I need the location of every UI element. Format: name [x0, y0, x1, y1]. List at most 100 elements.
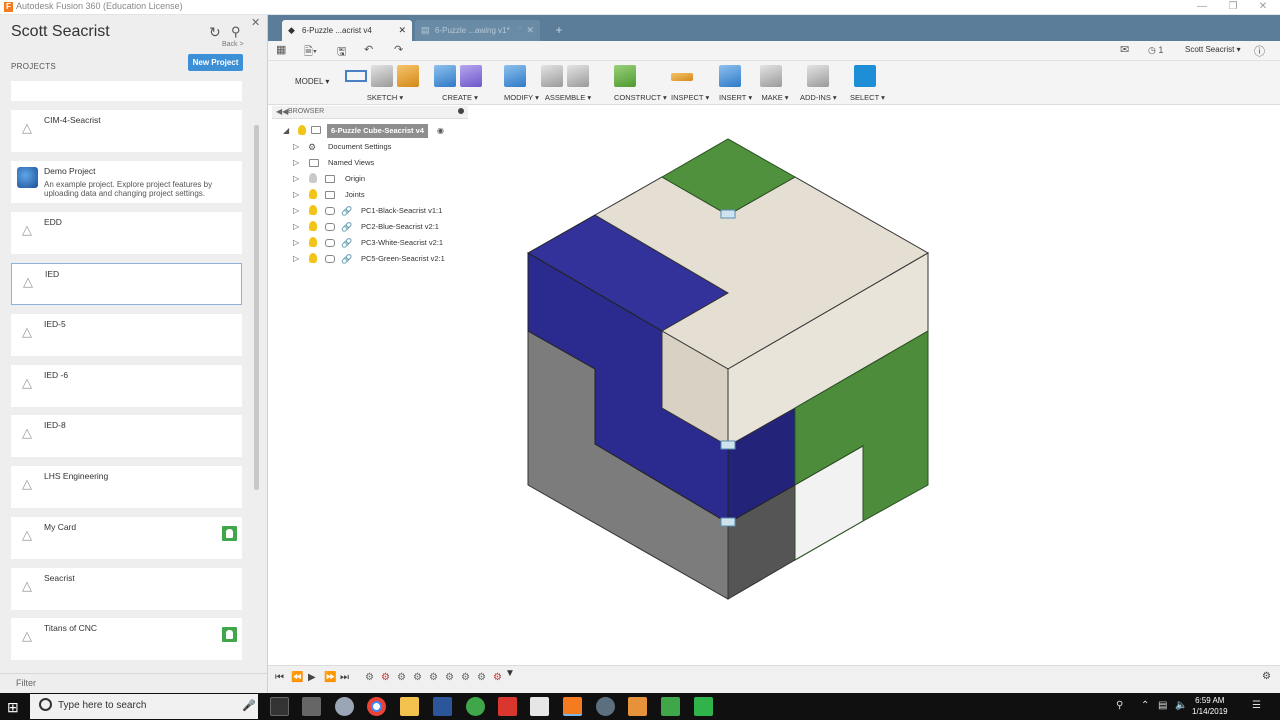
next-step-icon[interactable]: ⏩ [324, 672, 336, 683]
calculator-icon[interactable] [302, 697, 321, 716]
timeline-settings-icon[interactable]: ⚙ [1262, 671, 1271, 682]
rectangle-icon[interactable] [371, 65, 393, 87]
sketch-menu[interactable]: SKETCH ▾ [345, 93, 425, 102]
expand-arrow-icon[interactable]: ▷ [293, 188, 299, 202]
joint-icon[interactable] [567, 65, 589, 87]
timeline-feature-icon[interactable]: ⚙ [477, 672, 486, 683]
previous-step-icon[interactable]: ⏪ [291, 672, 303, 683]
modify-menu[interactable]: MODIFY ▾ [504, 93, 539, 102]
file-explorer-icon[interactable] [400, 697, 419, 716]
timeline-feature-icon[interactable]: ⚙ [413, 672, 422, 683]
measure-icon[interactable] [671, 73, 693, 81]
tray-chevron-icon[interactable]: ⌃ [1141, 700, 1149, 711]
play-icon[interactable]: ▶ [308, 672, 316, 683]
create-menu[interactable]: CREATE ▾ [434, 93, 486, 102]
extrude-icon[interactable] [434, 65, 456, 87]
list-item[interactable]: △ Seacrist [11, 568, 242, 610]
fusion-360-icon[interactable] [563, 697, 582, 716]
list-item[interactable]: Demo Project An example project. Explore… [11, 161, 242, 203]
expand-arrow-icon[interactable]: ▷ [293, 156, 299, 170]
network-icon[interactable]: ▤ [1158, 700, 1167, 711]
timeline-feature-icon[interactable]: ⚙ [445, 672, 454, 683]
new-tab-icon[interactable]: + [552, 22, 566, 38]
timeline-feature-icon[interactable]: ⚙ [461, 672, 470, 683]
expand-arrow-icon[interactable]: ▷ [293, 140, 299, 154]
insert-group[interactable]: INSERT ▾ [719, 65, 752, 105]
help-icon[interactable]: ⓘ [1254, 43, 1265, 59]
tree-item-pc1[interactable]: ▷ 🔗 PC1-Black-Seacrist v1:1 [293, 204, 463, 218]
modify-group[interactable]: MODIFY ▾ [504, 65, 539, 105]
tree-item-named-views[interactable]: ▷ Named Views [293, 156, 463, 170]
collapse-browser-icon[interactable]: ◀◀ [276, 107, 288, 116]
grid-menu-icon[interactable]: ▦ [276, 43, 286, 56]
app-icon[interactable] [466, 697, 485, 716]
visibility-bulb-icon[interactable] [309, 205, 317, 215]
select-menu[interactable]: SELECT ▾ [850, 93, 885, 102]
select-group[interactable]: SELECT ▾ [850, 65, 885, 105]
back-link[interactable]: Back > [222, 41, 244, 48]
expand-arrow-icon[interactable]: ▷ [293, 220, 299, 234]
workspace-switcher[interactable]: MODEL ▾ [295, 77, 329, 86]
refresh-icon[interactable]: ↻ [209, 24, 221, 41]
app-icon[interactable] [628, 697, 647, 716]
timeline-feature-icon[interactable]: ⚙ [365, 672, 374, 683]
tree-item-origin[interactable]: ▷ Origin [293, 172, 463, 186]
app-icon[interactable] [596, 697, 615, 716]
data-panel-user[interactable]: Scott Seacrist [11, 23, 110, 41]
browser-root[interactable]: ◢ 6-Puzzle Cube-Seacrist v4 ◉ [283, 124, 473, 138]
undo-icon[interactable]: ↶ [364, 43, 373, 56]
tab-puzzle-cube[interactable]: ◆ 6-Puzzle ...acrist v4 ✕ [282, 20, 412, 41]
visibility-bulb-icon[interactable] [298, 125, 306, 135]
user-menu[interactable]: Scott Seacrist ▾ [1185, 45, 1241, 54]
insert-canvas-icon[interactable] [719, 65, 741, 87]
form-icon[interactable] [460, 65, 482, 87]
make-menu[interactable]: MAKE ▾ [760, 93, 790, 102]
filter-bar[interactable]: Filter [0, 673, 267, 693]
scripts-icon[interactable] [807, 65, 829, 87]
tree-item-pc3[interactable]: ▷ 🔗 PC3-White-Seacrist v2:1 [293, 236, 463, 250]
microphone-icon[interactable]: 🎤 [242, 699, 256, 712]
last-step-icon[interactable]: ⏭ [340, 672, 349, 683]
browser-header[interactable]: ◀◀ BROWSER [272, 106, 468, 119]
select-icon[interactable] [854, 65, 876, 87]
close-window-icon[interactable]: ✕ [1246, 0, 1280, 15]
construct-group[interactable]: CONSTRUCT ▾ [614, 65, 667, 105]
list-item[interactable] [11, 81, 242, 101]
expand-arrow-icon[interactable]: ▷ [293, 236, 299, 250]
app-icon[interactable] [498, 697, 517, 716]
insert-menu[interactable]: INSERT ▾ [719, 93, 752, 102]
timeline-feature-icon[interactable]: ⚙ [493, 672, 502, 683]
add-ins-menu[interactable]: ADD-INS ▾ [800, 93, 837, 102]
expand-arrow-icon[interactable]: ▷ [293, 204, 299, 218]
taskbar-clock[interactable]: 6:59 AM 1/14/2019 [1192, 695, 1228, 717]
construct-menu[interactable]: CONSTRUCT ▾ [614, 93, 667, 102]
tree-item-document-settings[interactable]: ▷ ⚙ Document Settings [293, 140, 463, 154]
list-item[interactable]: △ EDD [11, 212, 242, 254]
timeline-feature-icon[interactable]: ⚙ [397, 672, 406, 683]
list-item[interactable]: △ CIM-4-Seacrist [11, 110, 242, 152]
offset-plane-icon[interactable] [614, 65, 636, 87]
job-status[interactable]: ◷ 1 [1148, 45, 1163, 56]
redo-icon[interactable]: ↷ [394, 43, 403, 56]
visibility-bulb-icon[interactable] [309, 173, 317, 183]
chrome-icon[interactable] [367, 697, 386, 716]
list-item[interactable]: △ IED-5 [11, 314, 242, 356]
task-view-icon[interactable] [270, 697, 289, 716]
people-icon[interactable]: ⚲ [1116, 700, 1123, 711]
list-item[interactable]: △ IED [11, 263, 242, 305]
restore-icon[interactable]: ❐ [1216, 0, 1250, 15]
volume-icon[interactable]: 🔈 [1175, 700, 1187, 711]
press-pull-icon[interactable] [504, 65, 526, 87]
tree-item-joints[interactable]: ▷ Joints [293, 188, 463, 202]
new-component-icon[interactable] [541, 65, 563, 87]
sketch-group[interactable]: SKETCH ▾ [345, 65, 425, 105]
list-item[interactable]: △ My Card [11, 517, 242, 559]
app-icon[interactable] [661, 697, 680, 716]
assemble-menu[interactable]: ASSEMBLE ▾ [541, 93, 595, 102]
word-icon[interactable] [433, 697, 452, 716]
action-center-icon[interactable]: ☰ [1252, 700, 1261, 711]
tab-puzzle-drawing[interactable]: ▤ 6-Puzzle ...awing v1* ○ ✕ [415, 20, 540, 41]
create-sketch-icon[interactable] [397, 65, 419, 87]
notifications-icon[interactable]: ✉ [1120, 43, 1129, 56]
3d-print-icon[interactable] [760, 65, 782, 87]
